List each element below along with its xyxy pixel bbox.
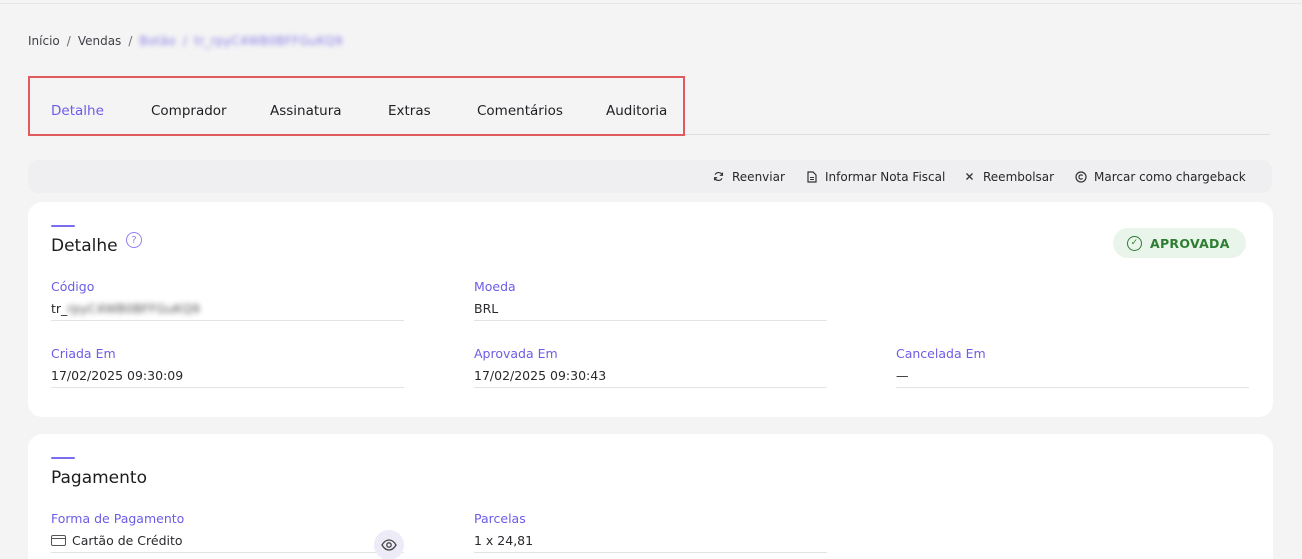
close-icon <box>963 170 976 183</box>
payment-method-value: Cartão de Crédito <box>51 533 183 548</box>
breadcrumb-home[interactable]: Início <box>28 34 60 48</box>
installments-label: Parcelas <box>474 511 526 526</box>
breadcrumb-separator: / <box>182 34 188 48</box>
tab-extras[interactable]: Extras <box>388 103 431 119</box>
breadcrumb-product[interactable]: Botão <box>139 34 175 48</box>
tab-auditoria[interactable]: Auditoria <box>606 103 667 119</box>
refund-label: Reembolsar <box>983 169 1055 184</box>
tab-list: Detalhe Comprador Assinatura Extras Come… <box>28 76 685 136</box>
approved-at-field: Aprovada Em 17/02/2025 09:30:43 <box>474 346 827 388</box>
card-accent-bar <box>51 225 75 227</box>
currency-field: Moeda BRL <box>474 279 827 321</box>
refund-button[interactable]: Reembolsar <box>963 160 1054 193</box>
payment-method-text: Cartão de Crédito <box>72 533 183 548</box>
credit-card-icon <box>51 535 66 546</box>
refresh-icon <box>712 170 725 183</box>
status-badge: ✓ APROVADA <box>1113 228 1246 258</box>
action-bar: Reenviar Informar Nota Fiscal Reembolsar… <box>28 160 1272 193</box>
card-accent-bar <box>51 457 75 459</box>
tab-assinatura[interactable]: Assinatura <box>270 103 342 119</box>
code-blurred: rpyC4WB0BFFGuKQ9 <box>67 301 200 316</box>
breadcrumb: Início / Vendas / Botão / tr_rpyC4WB0BFF… <box>28 30 343 52</box>
payment-method-field: Forma de Pagamento Cartão de Crédito <box>51 511 404 553</box>
created-at-value: 17/02/2025 09:30:09 <box>51 368 184 383</box>
currency-value: BRL <box>474 301 499 316</box>
invoice-label: Informar Nota Fiscal <box>825 169 946 184</box>
code-prefix: tr_ <box>51 301 68 316</box>
invoice-button[interactable]: Informar Nota Fiscal <box>805 160 945 193</box>
created-at-field: Criada Em 17/02/2025 09:30:09 <box>51 346 404 388</box>
status-label: APROVADA <box>1150 235 1230 251</box>
tab-comentarios[interactable]: Comentários <box>477 103 563 119</box>
chargeback-label: Marcar como chargeback <box>1094 169 1246 184</box>
detail-title: Detalhe <box>51 236 118 256</box>
currency-label: Moeda <box>474 279 516 294</box>
canceled-at-label: Cancelada Em <box>896 346 986 361</box>
payment-title: Pagamento <box>51 468 147 488</box>
approved-at-label: Aprovada Em <box>474 346 558 361</box>
check-circle-icon: ✓ <box>1127 235 1142 251</box>
payment-card: Pagamento Forma de Pagamento Cartão de C… <box>28 434 1273 559</box>
code-field: Código tr_ rpyC4WB0BFFGuKQ9 <box>51 279 404 321</box>
resend-label: Reenviar <box>732 169 785 184</box>
installments-value: 1 x 24,81 <box>474 533 534 548</box>
help-icon[interactable]: ? <box>126 232 142 248</box>
approved-at-value: 17/02/2025 09:30:43 <box>474 368 607 383</box>
chargeback-button[interactable]: Marcar como chargeback <box>1074 160 1246 193</box>
breadcrumb-separator: / <box>66 34 71 48</box>
created-at-label: Criada Em <box>51 346 116 361</box>
copyright-icon <box>1074 170 1087 183</box>
show-card-details-button[interactable] <box>374 530 404 559</box>
resend-button[interactable]: Reenviar <box>712 160 785 193</box>
detail-card: Detalhe ? ✓ APROVADA Código tr_ rpyC4WB0B… <box>28 202 1273 417</box>
code-label: Código <box>51 279 95 294</box>
installments-field: Parcelas 1 x 24,81 <box>474 511 827 553</box>
code-value: tr_ rpyC4WB0BFFGuKQ9 <box>51 301 200 316</box>
breadcrumb-sales[interactable]: Vendas <box>78 34 122 48</box>
breadcrumb-transaction: tr_rpyC4WB0BFFGuKQ9 <box>194 34 343 48</box>
document-icon <box>805 170 818 183</box>
tab-detalhe[interactable]: Detalhe <box>51 103 104 119</box>
tab-comprador[interactable]: Comprador <box>151 103 227 119</box>
breadcrumb-separator: / <box>128 34 133 48</box>
top-divider <box>0 3 1302 4</box>
eye-icon <box>381 539 397 551</box>
payment-method-label: Forma de Pagamento <box>51 511 185 526</box>
canceled-at-value: — <box>896 368 909 383</box>
canceled-at-field: Cancelada Em — <box>896 346 1249 388</box>
